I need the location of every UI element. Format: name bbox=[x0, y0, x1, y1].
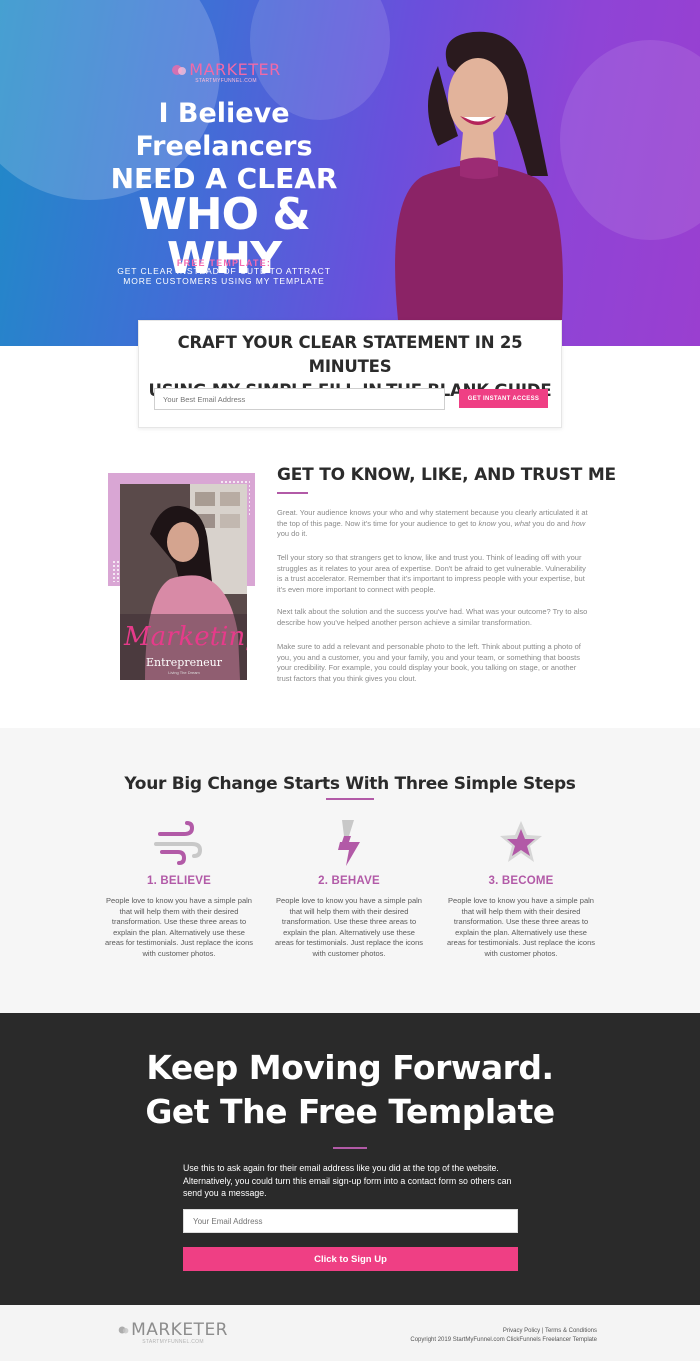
bolt-icon bbox=[338, 820, 360, 866]
footer: MARKETER STARTMYFUNNEL.COM Privacy Polic… bbox=[0, 1305, 700, 1361]
step-card-believe: 1. BELIEVE People love to know you have … bbox=[104, 820, 254, 959]
about-paragraph-4: Make sure to add a relevant and personab… bbox=[277, 642, 581, 683]
cta-email-input[interactable] bbox=[183, 1209, 518, 1233]
steps-title: Your Big Change Starts With Three Simple… bbox=[124, 774, 576, 794]
optin-email-input[interactable] bbox=[154, 388, 445, 410]
step-title: 1. BELIEVE bbox=[147, 875, 211, 887]
logo-bubble-icon bbox=[118, 1326, 129, 1334]
photo-script-text: Marketing bbox=[124, 622, 247, 652]
hero-portrait bbox=[395, 31, 563, 320]
wind-icon bbox=[154, 821, 203, 865]
about-p1-know: know bbox=[478, 518, 497, 528]
logo-bubble-icon bbox=[172, 64, 187, 75]
cta-description: Use this to ask again for their email ad… bbox=[183, 1163, 512, 1198]
about-photo: Marketing Entrepreneur Living The Dream bbox=[120, 484, 247, 680]
about-paragraph-3: Next talk about the solution and the suc… bbox=[277, 607, 588, 627]
about-paragraph-2: Tell your story so that strangers get to… bbox=[277, 553, 586, 594]
hero-bg-shape bbox=[560, 40, 700, 240]
get-instant-access-button[interactable]: GET INSTANT ACCESS bbox=[459, 389, 548, 408]
step-description: People love to know you have a simple pa… bbox=[105, 896, 253, 958]
cta-headline-line2: Get The Free Template bbox=[145, 1092, 555, 1131]
hero-subline-2: MORE CUSTOMERS USING MY TEMPLATE bbox=[123, 276, 325, 286]
cta-section: Keep Moving Forward. Get The Free Templa… bbox=[0, 1013, 700, 1305]
about-p1-text: you, bbox=[496, 518, 515, 528]
star-icon bbox=[500, 821, 542, 862]
optin-form: GET INSTANT ACCESS bbox=[154, 388, 548, 410]
photo-word-text: Entrepreneur bbox=[145, 656, 223, 669]
footer-logo[interactable]: MARKETER STARTMYFUNNEL.COM bbox=[118, 1320, 228, 1345]
optin-title-line1: CRAFT YOUR CLEAR STATEMENT IN 25 MINUTES bbox=[177, 333, 523, 376]
privacy-policy-link[interactable]: Privacy Policy bbox=[503, 1328, 540, 1334]
about-p1-what: what bbox=[514, 518, 531, 528]
title-underline bbox=[277, 492, 308, 494]
steps-section: Your Big Change Starts With Three Simple… bbox=[0, 728, 700, 1013]
step-description: People love to know you have a simple pa… bbox=[275, 896, 423, 958]
hero-headline-line2: Freelancers bbox=[135, 131, 313, 162]
logo-wordmark: MARKETER bbox=[131, 1320, 228, 1340]
title-underline bbox=[333, 1147, 367, 1149]
footer-nav: Privacy Policy | Terms & Conditions bbox=[410, 1327, 597, 1336]
about-p1-how: how bbox=[571, 518, 586, 528]
about-p1-text: you do it. bbox=[277, 529, 308, 538]
step-title: 3. BECOME bbox=[488, 875, 554, 887]
logo-wordmark: MARKETER bbox=[189, 60, 281, 79]
about-title: GET TO KNOW, LIKE, AND TRUST ME bbox=[277, 465, 616, 485]
hero-subline-1: GET CLEAR INSTEAD OF CUTE TO ATTRACT bbox=[117, 266, 331, 276]
footer-links: Privacy Policy | Terms & Conditions Copy… bbox=[410, 1327, 597, 1345]
about-p1-text: you do and bbox=[530, 518, 572, 528]
hero-section: MARKETER STARTMYFUNNEL.COM I Believe Fre… bbox=[0, 0, 700, 346]
hero-subheadline: GET CLEAR INSTEAD OF CUTE TO ATTRACT MOR… bbox=[98, 266, 350, 286]
step-card-behave: 2. BEHAVE People love to know you have a… bbox=[274, 820, 424, 959]
photo-small-text: Living The Dream bbox=[168, 670, 200, 675]
optin-card: CRAFT YOUR CLEAR STATEMENT IN 25 MINUTES… bbox=[138, 320, 562, 428]
copyright-text: Copyright 2019 StartMyFunnel.com ClickFu… bbox=[410, 1337, 597, 1343]
terms-link[interactable]: Terms & Conditions bbox=[545, 1328, 597, 1334]
step-card-become: 3. BECOME People love to know you have a… bbox=[446, 820, 596, 959]
brand-logo[interactable]: MARKETER STARTMYFUNNEL.COM bbox=[171, 60, 281, 84]
hero-headline-line1: I Believe bbox=[158, 98, 290, 129]
sign-up-button[interactable]: Click to Sign Up bbox=[183, 1247, 518, 1271]
about-paragraph-1: Great. Your audience knows your who and … bbox=[277, 508, 591, 540]
title-underline bbox=[326, 798, 374, 800]
step-description: People love to know you have a simple pa… bbox=[447, 896, 595, 958]
cta-headline-line1: Keep Moving Forward. bbox=[146, 1048, 554, 1087]
step-title: 2. BEHAVE bbox=[318, 875, 380, 887]
